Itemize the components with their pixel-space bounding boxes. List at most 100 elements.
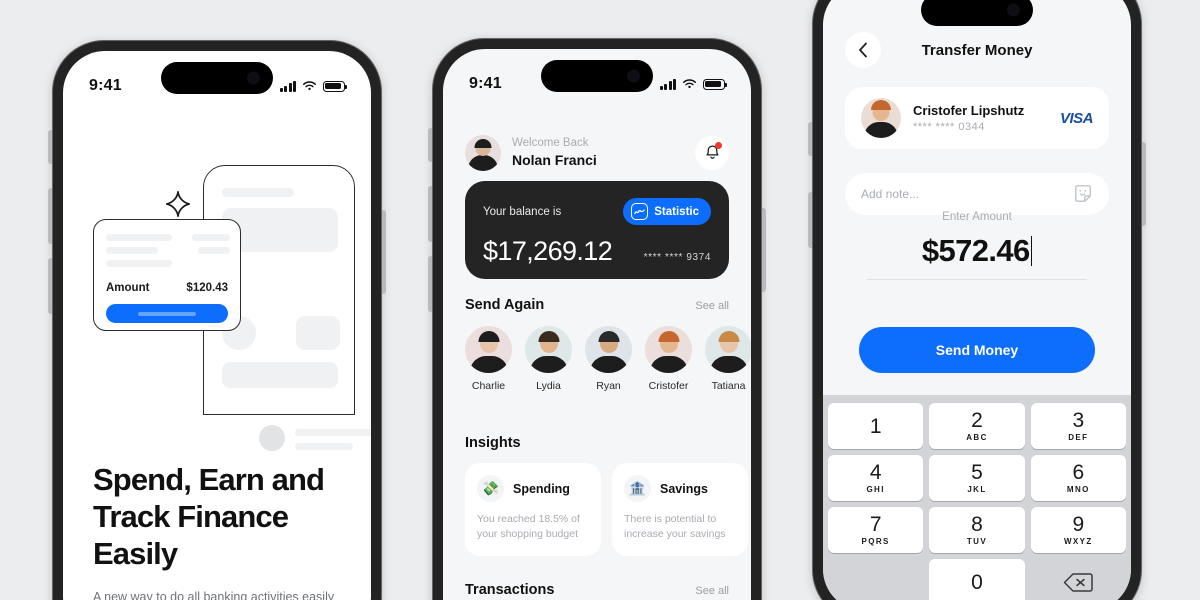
keypad-delete-button[interactable]	[1031, 559, 1126, 600]
keypad-letters: TUV	[966, 537, 988, 546]
phone-button-mute[interactable]	[428, 128, 432, 162]
insight-card-list[interactable]: 💸 Spending You reached 18.5% of your sho…	[465, 463, 751, 557]
dynamic-island	[921, 0, 1033, 26]
skeleton-circle	[259, 425, 285, 451]
cellular-bars-icon	[659, 78, 676, 90]
send-money-button[interactable]: Send Money	[859, 327, 1095, 373]
balance-amount: $17,269.12	[483, 236, 613, 266]
keypad-number: 7	[869, 513, 882, 536]
phone-button-volume-up[interactable]	[808, 122, 812, 156]
keypad-key-6[interactable]: 6 MNO	[1030, 455, 1126, 501]
phone-button-power[interactable]	[1142, 142, 1146, 226]
insight-card[interactable]: 💸 Spending You reached 18.5% of your sho…	[465, 463, 601, 557]
phone2-screen: 9:41 Welcome Back Nolan Franci Your bala…	[443, 49, 751, 600]
status-time: 9:41	[469, 75, 502, 92]
status-icons	[659, 78, 727, 90]
contact-name: Cristofer	[648, 380, 689, 392]
status-time: 9:41	[89, 77, 122, 94]
insight-card[interactable]: 🏦 Savings There is potential to increase…	[612, 463, 748, 557]
skeleton-block	[222, 362, 338, 388]
phone-button-power[interactable]	[762, 208, 766, 292]
cellular-bars-icon	[279, 80, 296, 92]
keypad-number: 2	[971, 409, 983, 432]
amount-card-graphic: Amount $120.43	[93, 219, 241, 331]
contact-avatar	[525, 326, 572, 373]
contact-item[interactable]: Cristofer	[645, 326, 692, 392]
keypad-letters: MNO	[1066, 485, 1090, 494]
insight-description: You reached 18.5% of your shopping budge…	[477, 513, 580, 541]
insight-description: There is potential to increase your savi…	[624, 513, 726, 541]
skeleton-block	[296, 316, 340, 350]
insight-emoji-icon: 💸	[477, 475, 504, 502]
insight-card-head: 🏦 Savings	[624, 475, 736, 502]
insight-card-head: 💸 Spending	[477, 475, 589, 502]
backspace-icon	[1064, 572, 1094, 592]
statistic-button[interactable]: Statistic	[623, 198, 711, 225]
contact-item[interactable]: Tatiana	[705, 326, 751, 392]
skeleton-line	[106, 234, 172, 241]
avatar[interactable]	[465, 135, 501, 171]
skeleton-line	[198, 247, 230, 254]
amount-value: $572.46	[921, 233, 1030, 268]
amount-display[interactable]: $572.46	[823, 233, 1131, 269]
numeric-keypad[interactable]: 1 2 ABC 3 DEF 4 GHI 5 JKL 6 MNO 7 PQRS 8…	[823, 395, 1131, 600]
phone-button-power[interactable]	[382, 210, 386, 294]
skeleton-line	[106, 247, 158, 254]
skeleton-line	[192, 234, 230, 241]
contact-name: Tatiana	[711, 380, 746, 392]
contact-name: Lydia	[536, 380, 561, 392]
keypad-key-4[interactable]: 4 GHI	[828, 455, 924, 501]
balance-card-number: **** **** 9374	[643, 252, 711, 263]
notification-badge	[715, 142, 722, 149]
contact-list[interactable]: Charlie Lydia Ryan Cristofer Tatiana Gu	[465, 326, 751, 392]
section-title: Send Again	[465, 297, 545, 313]
visa-logo: VISA	[1059, 109, 1094, 127]
balance-label: Your balance is	[483, 205, 562, 218]
sparkle-icon	[165, 191, 191, 217]
phone-button-volume-down[interactable]	[48, 258, 52, 314]
sticker-smiley-icon[interactable]	[1073, 184, 1093, 204]
keypad-letters: GHI	[866, 485, 885, 494]
contact-name: Charlie	[471, 380, 506, 392]
amount-row: Amount $120.43	[106, 282, 228, 294]
recipient-card[interactable]: Cristofer Lipshutz **** **** 0344 VISA	[845, 87, 1109, 149]
keypad-key-3[interactable]: 3 DEF	[1030, 403, 1126, 449]
page-title: Spend, Earn and Track Finance Easily	[93, 462, 325, 572]
contact-avatar	[465, 326, 512, 373]
phone-button-volume-down[interactable]	[808, 192, 812, 248]
notifications-button[interactable]	[695, 136, 729, 170]
transactions-see-all[interactable]: See all	[695, 585, 729, 597]
keypad-key-0[interactable]: 0	[929, 559, 1025, 600]
user-name: Nolan Franci	[512, 152, 597, 169]
contact-item[interactable]: Charlie	[465, 326, 512, 392]
phone-button-mute[interactable]	[48, 130, 52, 164]
phone-button-volume-up[interactable]	[428, 186, 432, 242]
keypad-letters: WXYZ	[1063, 537, 1093, 546]
keypad-key-2[interactable]: 2 ABC	[929, 403, 1025, 449]
amount-label: Amount	[106, 282, 150, 294]
recipient-avatar	[861, 98, 901, 138]
contact-name: Ryan	[596, 380, 621, 392]
send-again-see-all[interactable]: See all	[695, 300, 729, 312]
keypad-key-7[interactable]: 7 PQRS	[828, 507, 924, 553]
phone-button-volume-up[interactable]	[48, 188, 52, 244]
contact-item[interactable]: Lydia	[525, 326, 572, 392]
keypad-key-9[interactable]: 9 WXYZ	[1030, 507, 1126, 553]
insights-section: Insights 💸 Spending You reached 18.5% of…	[465, 435, 751, 557]
skeleton-line	[295, 429, 371, 436]
keypad-key-1[interactable]: 1	[828, 403, 924, 449]
contact-avatar	[705, 326, 751, 373]
keypad-letters: DEF	[1068, 433, 1089, 442]
phone-button-volume-down[interactable]	[428, 256, 432, 312]
insight-title: Spending	[513, 481, 570, 496]
enter-amount-label: Enter Amount	[942, 211, 1012, 223]
keypad-key-8[interactable]: 8 TUV	[929, 507, 1025, 553]
contact-item[interactable]: Ryan	[585, 326, 632, 392]
keypad-key-5[interactable]: 5 JKL	[929, 455, 1025, 501]
insight-title: Savings	[660, 481, 708, 496]
note-input[interactable]: Add note...	[845, 173, 1109, 215]
wifi-icon	[682, 79, 697, 89]
balance-card: Your balance is Statistic $17,269.12 ***…	[465, 181, 729, 279]
transactions-section: Transactions See all Up Upwork +$93.72	[465, 582, 729, 600]
keypad-number: 1	[869, 414, 882, 438]
